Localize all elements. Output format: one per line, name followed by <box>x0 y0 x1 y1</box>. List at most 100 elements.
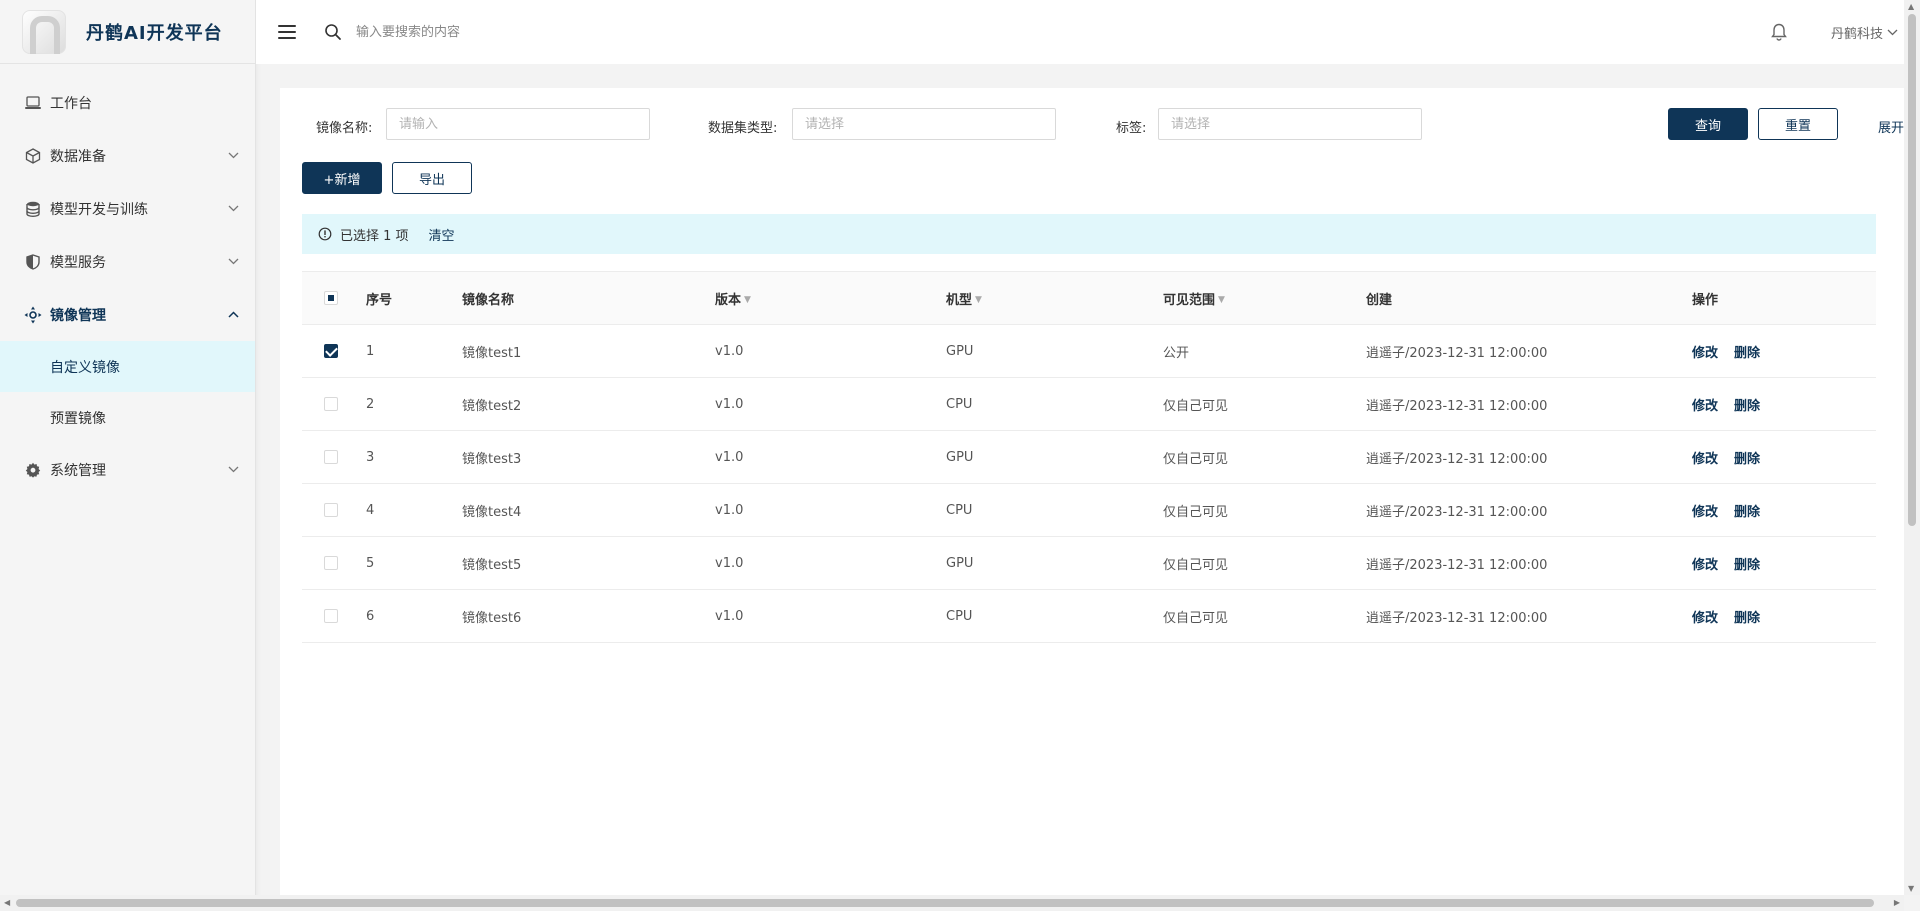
menu-toggle-icon[interactable] <box>278 25 296 39</box>
row-checkbox[interactable] <box>324 344 338 358</box>
cell-created: 逍遥子/2023-12-31 12:00:00 <box>1366 589 1692 643</box>
sidebar-subitem-label: 预置镜像 <box>50 410 106 427</box>
scroll-right-icon[interactable]: ▶ <box>1894 898 1900 907</box>
delete-link[interactable]: 删除 <box>1734 611 1760 626</box>
select-all-checkbox-cell <box>302 271 366 325</box>
table-row[interactable]: 3 镜像test3 v1.0 GPU 仅自己可见 逍遥子/2023-12-31 12:00… <box>302 430 1876 484</box>
table-row[interactable]: 1 镜像test1 v1.0 GPU 公开 逍遥子/2023-12-31 12:00:00… <box>302 324 1876 378</box>
query-button[interactable]: 查询 <box>1668 108 1748 140</box>
row-checkbox[interactable] <box>324 556 338 570</box>
filter-icon[interactable]: ▼ <box>744 295 751 305</box>
row-checkbox[interactable] <box>324 450 338 464</box>
export-button[interactable]: 导出 <box>392 162 472 194</box>
sidebar-item-label: 工作台 <box>50 95 92 112</box>
bell-icon[interactable] <box>1769 22 1789 42</box>
selection-alert: 已选择 1 项 清空 <box>302 214 1876 254</box>
cell-created: 逍遥子/2023-12-31 12:00:00 <box>1366 536 1692 590</box>
move-icon <box>24 306 42 324</box>
edit-link[interactable]: 修改 <box>1692 611 1718 626</box>
select-all-checkbox[interactable] <box>324 291 338 305</box>
delete-link[interactable]: 删除 <box>1734 505 1760 520</box>
horizontal-scroll-thumb[interactable] <box>16 899 1874 907</box>
brand: 丹鹤AI开发平台 <box>0 0 255 64</box>
user-menu[interactable]: 丹鹤科技 <box>1831 23 1883 42</box>
filter-bar: 镜像名称: 数据集类型: 标签: 查询 重置 展开 <box>280 108 1904 142</box>
horizontal-scrollbar[interactable]: ◀ ▶ <box>0 895 1904 911</box>
add-button[interactable]: +新增 <box>302 162 382 194</box>
expand-link[interactable]: 展开 <box>1878 117 1904 136</box>
edit-link[interactable]: 修改 <box>1692 505 1718 520</box>
cell-index: 1 <box>366 324 462 378</box>
table-row[interactable]: 5 镜像test5 v1.0 GPU 仅自己可见 逍遥子/2023-12-31 12:00… <box>302 536 1876 590</box>
dataset-type-select[interactable] <box>792 108 1056 140</box>
cell-visibility: 公开 <box>1163 324 1366 378</box>
sidebar-item-label: 模型开发与训练 <box>50 201 148 218</box>
global-search-input[interactable] <box>354 23 674 41</box>
cell-actions: 修改 删除 <box>1692 483 1876 537</box>
column-header-index: 序号 <box>366 271 462 325</box>
filter-icon[interactable]: ▼ <box>975 295 982 305</box>
column-header-version-cell: 版本 ▼ <box>715 271 946 325</box>
vertical-scroll-thumb[interactable] <box>1908 14 1916 526</box>
scroll-down-icon[interactable]: ▼ <box>1908 884 1914 893</box>
laptop-icon <box>24 94 42 112</box>
sidebar-item-image-mgmt[interactable]: 镜像管理 <box>0 288 255 341</box>
table-row[interactable]: 6 镜像test6 v1.0 CPU 仅自己可见 逍遥子/2023-12-31 12:00… <box>302 589 1876 643</box>
table-row[interactable]: 2 镜像test2 v1.0 CPU 仅自己可见 逍遥子/2023-12-31 12:00… <box>302 377 1876 431</box>
row-checkbox-cell <box>302 430 366 484</box>
sidebar-item-model-dev[interactable]: 模型开发与训练 <box>0 182 255 235</box>
edit-link[interactable]: 修改 <box>1692 399 1718 414</box>
table-header-row: 序号 镜像名称 版本 ▼ 机型 ▼ 可见范围 ▼ 创建 操作 <box>302 271 1876 325</box>
cell-machine: CPU <box>946 377 1163 431</box>
cell-actions: 修改 删除 <box>1692 589 1876 643</box>
sidebar-item-data-prep[interactable]: 数据准备 <box>0 129 255 182</box>
sidebar-menu: 工作台 数据准备 模型开发与训练 模型服务 镜像管理 自定义镜像 预置镜像 系统… <box>0 64 255 496</box>
reset-button[interactable]: 重置 <box>1758 108 1838 140</box>
cell-index: 6 <box>366 589 462 643</box>
header-right: 丹鹤科技 <box>1769 22 1898 42</box>
cell-visibility: 仅自己可见 <box>1163 483 1366 537</box>
sidebar-item-system[interactable]: 系统管理 <box>0 443 255 496</box>
cell-created: 逍遥子/2023-12-31 12:00:00 <box>1366 377 1692 431</box>
scroll-up-icon[interactable]: ▲ <box>1908 2 1914 11</box>
clear-selection-link[interactable]: 清空 <box>429 225 455 244</box>
delete-link[interactable]: 删除 <box>1734 452 1760 467</box>
row-checkbox[interactable] <box>324 397 338 411</box>
edit-link[interactable]: 修改 <box>1692 558 1718 573</box>
delete-link[interactable]: 删除 <box>1734 346 1760 361</box>
info-icon <box>318 227 332 241</box>
sidebar-subitem-label: 自定义镜像 <box>50 359 120 376</box>
edit-link[interactable]: 修改 <box>1692 452 1718 467</box>
column-header-machine-cell: 机型 ▼ <box>946 271 1163 325</box>
tag-select[interactable] <box>1158 108 1422 140</box>
cell-actions: 修改 删除 <box>1692 324 1876 378</box>
cell-actions: 修改 删除 <box>1692 377 1876 431</box>
sidebar-subitem-custom-image[interactable]: 自定义镜像 <box>0 341 255 392</box>
cell-name: 镜像test1 <box>462 324 715 378</box>
cell-name: 镜像test3 <box>462 430 715 484</box>
sidebar-subitem-preset-image[interactable]: 预置镜像 <box>0 392 255 443</box>
cell-created: 逍遥子/2023-12-31 12:00:00 <box>1366 430 1692 484</box>
image-name-input[interactable] <box>386 108 650 140</box>
row-checkbox[interactable] <box>324 609 338 623</box>
chevron-down-icon[interactable] <box>1887 26 1898 39</box>
column-header-machine: 机型 <box>946 292 973 308</box>
delete-link[interactable]: 删除 <box>1734 558 1760 573</box>
scroll-left-icon[interactable]: ◀ <box>4 898 10 907</box>
delete-link[interactable]: 删除 <box>1734 399 1760 414</box>
chevron-up-icon <box>228 308 239 321</box>
row-checkbox[interactable] <box>324 503 338 517</box>
sidebar-item-workbench[interactable]: 工作台 <box>0 76 255 129</box>
search-icon[interactable] <box>324 23 342 41</box>
sidebar-item-model-service[interactable]: 模型服务 <box>0 235 255 288</box>
vertical-scrollbar[interactable]: ▲ ▼ <box>1904 0 1920 895</box>
database-icon <box>24 200 42 218</box>
cell-version: v1.0 <box>715 483 946 537</box>
image-name-label: 镜像名称: <box>316 121 373 136</box>
edit-link[interactable]: 修改 <box>1692 346 1718 361</box>
cell-actions: 修改 删除 <box>1692 536 1876 590</box>
table-body: 1 镜像test1 v1.0 GPU 公开 逍遥子/2023-12-31 12:00:00… <box>302 324 1876 643</box>
table-row[interactable]: 4 镜像test4 v1.0 CPU 仅自己可见 逍遥子/2023-12-31 12:00… <box>302 483 1876 537</box>
cell-name: 镜像test2 <box>462 377 715 431</box>
filter-icon[interactable]: ▼ <box>1218 295 1225 305</box>
